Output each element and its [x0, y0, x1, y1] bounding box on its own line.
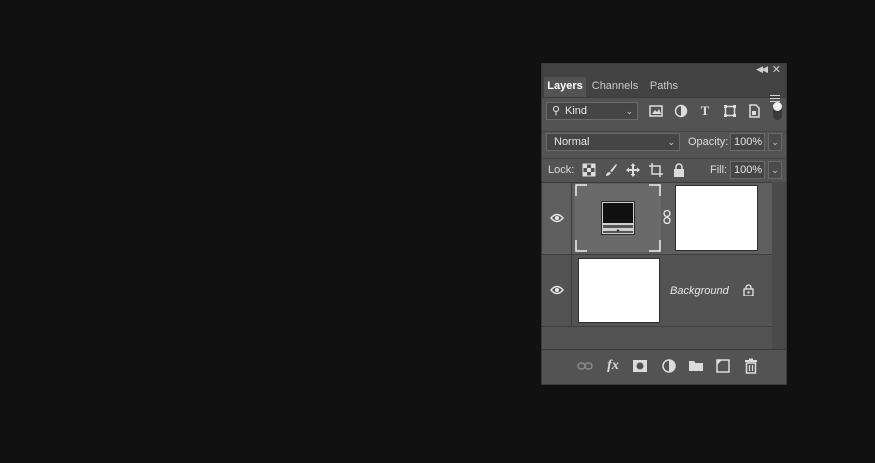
eye-icon[interactable] [550, 213, 564, 223]
tab-layers[interactable]: Layers [544, 77, 586, 97]
search-icon: ⚲ [552, 105, 561, 117]
opacity-input[interactable]: 100% [730, 133, 765, 151]
levels-adjustment-icon [601, 201, 635, 235]
link-icon[interactable] [577, 358, 593, 374]
kind-filter-label: Kind [565, 105, 588, 117]
fill-label: Fill: [710, 164, 728, 176]
shape-layer-filter-icon[interactable] [723, 104, 737, 118]
tab-paths[interactable]: Paths [644, 77, 684, 97]
opacity-label: Opacity: [688, 136, 729, 148]
blend-mode-select[interactable]: Normal ⌄ [546, 133, 680, 151]
panel-footer: fx [542, 349, 786, 384]
layer-thumbnail[interactable] [578, 258, 660, 323]
lock-artboard-icon[interactable] [649, 163, 663, 177]
fill-dropdown-icon[interactable]: ⌄ [768, 161, 782, 179]
mask-icon[interactable] [632, 358, 648, 374]
fx-icon[interactable]: fx [605, 358, 621, 374]
panel-titlebar: ◀◀ ✕ [542, 64, 786, 77]
filter-toggle-switch[interactable] [773, 102, 782, 120]
lock-all-icon[interactable] [672, 163, 686, 177]
folder-icon[interactable] [688, 358, 704, 374]
tab-channels[interactable]: Channels [588, 77, 642, 97]
trash-icon[interactable] [743, 358, 759, 374]
new-layer-icon[interactable] [715, 358, 731, 374]
adjustment-thumbnail[interactable] [575, 184, 661, 252]
adjustment-layer-filter-icon[interactable] [674, 104, 688, 118]
lock-row: Lock: Fill: 100% ⌄ [542, 158, 786, 181]
lock-label: Lock: [548, 164, 575, 176]
eye-icon[interactable] [550, 285, 564, 295]
kind-filter-select[interactable]: ⚲ Kind ⌄ [546, 102, 638, 120]
chevron-down-icon: ⌄ [625, 106, 633, 116]
visibility-cell[interactable] [542, 183, 572, 254]
layer-name[interactable]: Background [670, 285, 729, 297]
chevron-down-icon: ⌄ [667, 137, 675, 147]
collapse-icon[interactable]: ◀◀ [756, 64, 768, 75]
layer-row-adjustment[interactable] [542, 183, 772, 255]
layers-scrollbar[interactable] [772, 182, 786, 350]
fill-input[interactable]: 100% [730, 161, 765, 179]
chain-link-icon[interactable] [663, 210, 671, 224]
layers-panel: ◀◀ ✕ Layers Channels Paths ⚲ Kind ⌄ T No… [541, 63, 787, 385]
visibility-cell[interactable] [542, 255, 572, 326]
layer-row-background[interactable]: Background [542, 255, 772, 327]
lock-image-pixels-icon[interactable] [604, 163, 618, 177]
lock-icon [743, 284, 754, 296]
close-icon[interactable]: ✕ [772, 63, 781, 76]
pixel-layer-filter-icon[interactable] [649, 104, 663, 118]
adjustment-icon[interactable] [661, 358, 677, 374]
blend-mode-value: Normal [554, 136, 590, 148]
lock-transparent-pixels-icon[interactable] [582, 163, 596, 177]
opacity-dropdown-icon[interactable]: ⌄ [768, 133, 782, 151]
layer-mask-thumbnail[interactable] [675, 185, 758, 251]
type-layer-filter-icon[interactable]: T [698, 104, 712, 118]
filter-row: ⚲ Kind ⌄ T [542, 102, 786, 122]
panel-tabs: Layers Channels Paths [542, 77, 786, 102]
lock-position-icon[interactable] [626, 163, 640, 177]
layers-list: Background [542, 182, 772, 351]
smart-object-filter-icon[interactable] [747, 104, 761, 118]
blend-row: Normal ⌄ Opacity: 100% ⌄ [542, 131, 786, 152]
